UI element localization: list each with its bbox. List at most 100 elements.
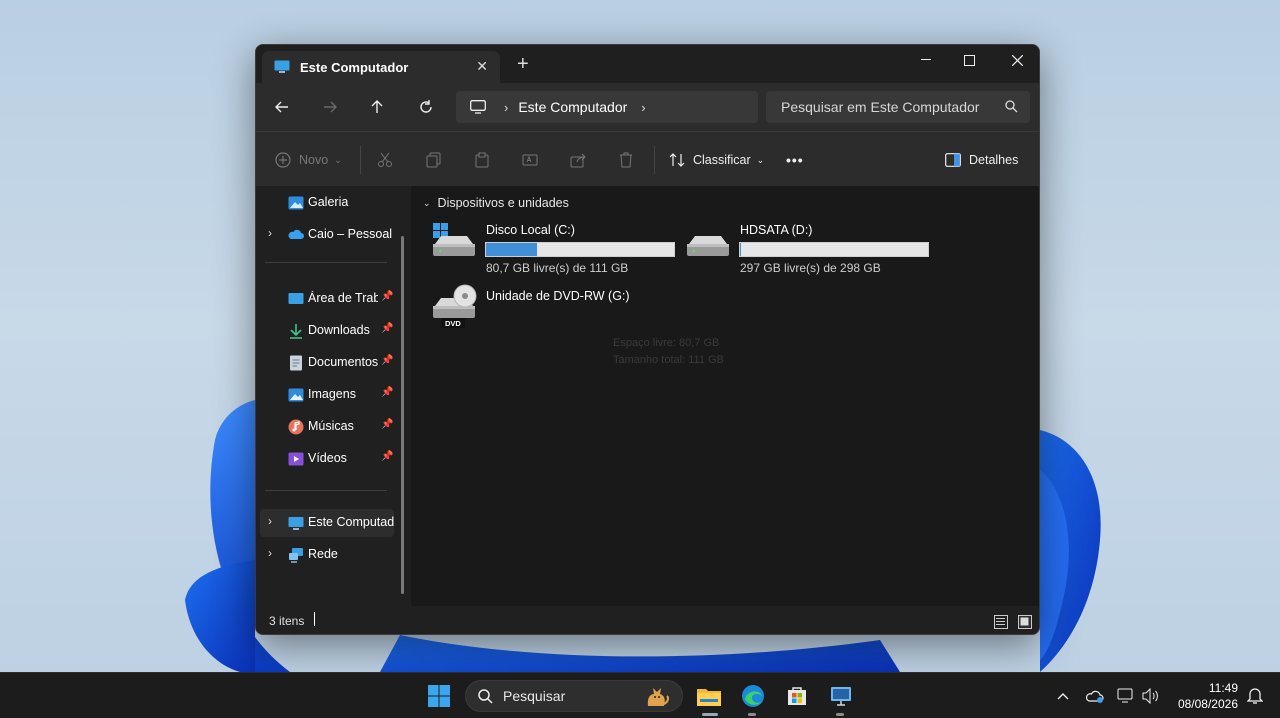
faded-tooltip-text: Espaço livre: 80,7 GB <box>613 337 720 349</box>
refresh-button[interactable] <box>414 95 438 119</box>
volume-tray-button[interactable] <box>1136 681 1166 711</box>
arrow-left-icon <box>275 101 288 113</box>
sidebar-item-este-computador[interactable]: › Este Computador <box>260 509 394 537</box>
back-button[interactable] <box>270 95 294 119</box>
this-pc-icon <box>274 60 290 73</box>
rename-button[interactable] <box>522 148 538 172</box>
pin-icon: 📌 <box>381 355 394 366</box>
edge-taskbar-button[interactable] <box>738 681 768 711</box>
search-input[interactable]: Pesquisar em Este Computador <box>766 91 1030 123</box>
onedrive-icon <box>288 229 304 239</box>
address-bar[interactable]: › Este Computador › <box>456 91 758 123</box>
chevron-down-icon: ⌄ <box>334 154 342 165</box>
close-window-button[interactable] <box>994 45 1039 75</box>
drive-d[interactable]: HDSATA (D:) 297 GB livre(s) de 298 GB <box>685 218 933 278</box>
rename-icon <box>522 154 538 166</box>
notifications-button[interactable] <box>1240 681 1270 711</box>
new-tab-button[interactable]: + <box>517 54 529 74</box>
expand-chevron-icon[interactable]: › <box>268 514 272 528</box>
drive-usage-fill <box>486 243 537 256</box>
cloud-icon <box>1086 690 1104 703</box>
pin-icon: 📌 <box>381 451 394 462</box>
breadcrumb-este-computador[interactable]: Este Computador <box>518 99 627 115</box>
details-view-button[interactable] <box>994 615 1008 629</box>
chevron-down-icon: ⌄ <box>756 154 765 165</box>
sidebar-item-documentos[interactable]: Documentos 📌 <box>256 349 401 377</box>
store-taskbar-button[interactable] <box>782 681 812 711</box>
taskbar-search-box[interactable]: Pesquisar <box>465 680 683 712</box>
toolbar-divider <box>360 146 361 174</box>
tiles-view-icon <box>1020 617 1029 626</box>
breadcrumb-expand-chevron-icon[interactable]: › <box>641 100 645 115</box>
item-count: 3 itens <box>269 614 305 628</box>
pin-icon: 📌 <box>381 291 394 302</box>
network-status-icon <box>1117 688 1133 703</box>
drive-g-dvd[interactable]: DVD Unidade de DVD-RW (G:) <box>431 284 631 334</box>
title-bar: Este Computador ✕ + <box>256 45 1039 83</box>
sidebar-item-rede[interactable]: › Rede <box>256 541 401 569</box>
delete-button[interactable] <box>618 148 634 172</box>
minimize-button[interactable] <box>903 45 949 75</box>
forward-button[interactable] <box>318 95 342 119</box>
content-area: ⌄ Dispositivos e unidades Disco Local (C… <box>413 186 1039 606</box>
details-pane-button[interactable]: Detalhes <box>945 148 1018 172</box>
drive-c[interactable]: Disco Local (C:) 80,7 GB livre(s) de 111… <box>431 218 679 278</box>
sidebar-item-musicas[interactable]: Músicas 📌 <box>256 413 401 441</box>
close-tab-icon[interactable]: ✕ <box>476 58 488 75</box>
arrow-up-icon <box>371 100 383 113</box>
up-button[interactable] <box>365 95 389 119</box>
expand-chevron-icon[interactable]: › <box>268 546 272 560</box>
clock-date[interactable]: 08/08/2026 <box>1168 697 1238 711</box>
sidebar-item-imagens[interactable]: Imagens 📌 <box>256 381 401 409</box>
faded-tooltip-text: Tamanho total: 111 GB <box>613 354 724 366</box>
sidebar-item-area-de-trabalho[interactable]: Área de Trabalho 📌 <box>256 285 401 313</box>
pin-icon: 📌 <box>381 387 394 398</box>
active-app-indicator <box>702 713 718 716</box>
share-icon <box>570 153 586 168</box>
sort-button[interactable]: Classificar ⌄ <box>669 148 764 172</box>
more-icon: ••• <box>786 152 804 168</box>
drive-name: Disco Local (C:) <box>486 223 575 237</box>
copy-icon <box>426 152 441 168</box>
status-bar: 3 itens <box>256 606 1039 634</box>
paste-button[interactable] <box>474 148 490 172</box>
onedrive-tray-button[interactable] <box>1080 681 1110 711</box>
edge-icon <box>742 685 764 707</box>
file-explorer-taskbar-button[interactable] <box>694 681 724 711</box>
group-label: Dispositivos e unidades <box>437 196 569 210</box>
sidebar-item-videos[interactable]: Vídeos 📌 <box>256 445 401 473</box>
hard-drive-icon <box>687 236 729 256</box>
drive-free-space: 80,7 GB livre(s) de 111 GB <box>486 261 629 275</box>
cat-highlight-icon <box>647 688 669 706</box>
start-button[interactable] <box>424 681 454 711</box>
sidebar-item-downloads[interactable]: Downloads 📌 <box>256 317 401 345</box>
toolbar-divider <box>654 146 655 174</box>
pin-icon: 📌 <box>381 419 394 430</box>
copy-button[interactable] <box>426 148 442 172</box>
share-button[interactable] <box>570 148 586 172</box>
scissors-icon <box>378 152 392 167</box>
cut-button[interactable] <box>377 148 393 172</box>
sort-label: Classificar <box>693 153 751 167</box>
remote-desktop-taskbar-button[interactable] <box>826 681 856 711</box>
running-app-indicator <box>836 713 844 716</box>
maximize-button[interactable] <box>946 45 992 75</box>
search-icon <box>478 688 493 704</box>
sidebar-scrollbar[interactable] <box>401 236 404 594</box>
tab-este-computador[interactable]: Este Computador ✕ <box>262 51 500 83</box>
expand-chevron-icon[interactable]: › <box>268 226 272 240</box>
sidebar-item-onedrive[interactable]: › Caio – Pessoal <box>256 221 401 249</box>
clock-time[interactable]: 11:49 <box>1168 681 1238 695</box>
videos-icon <box>288 452 304 466</box>
gallery-icon <box>288 196 304 210</box>
group-header[interactable]: ⌄ Dispositivos e unidades <box>423 196 569 210</box>
sidebar-item-galeria[interactable]: Galeria <box>256 189 401 217</box>
tiles-view-button[interactable] <box>1018 615 1032 629</box>
file-explorer-window: Este Computador ✕ + › Este Computador › … <box>255 44 1040 635</box>
maximize-icon <box>963 54 975 66</box>
sidebar-item-label: Documentos <box>308 355 379 369</box>
show-hidden-icons-button[interactable] <box>1048 681 1078 711</box>
sidebar-item-label: Vídeos <box>308 451 347 465</box>
more-options-button[interactable]: ••• <box>786 148 804 172</box>
new-button[interactable]: Novo ⌄ <box>275 148 342 172</box>
